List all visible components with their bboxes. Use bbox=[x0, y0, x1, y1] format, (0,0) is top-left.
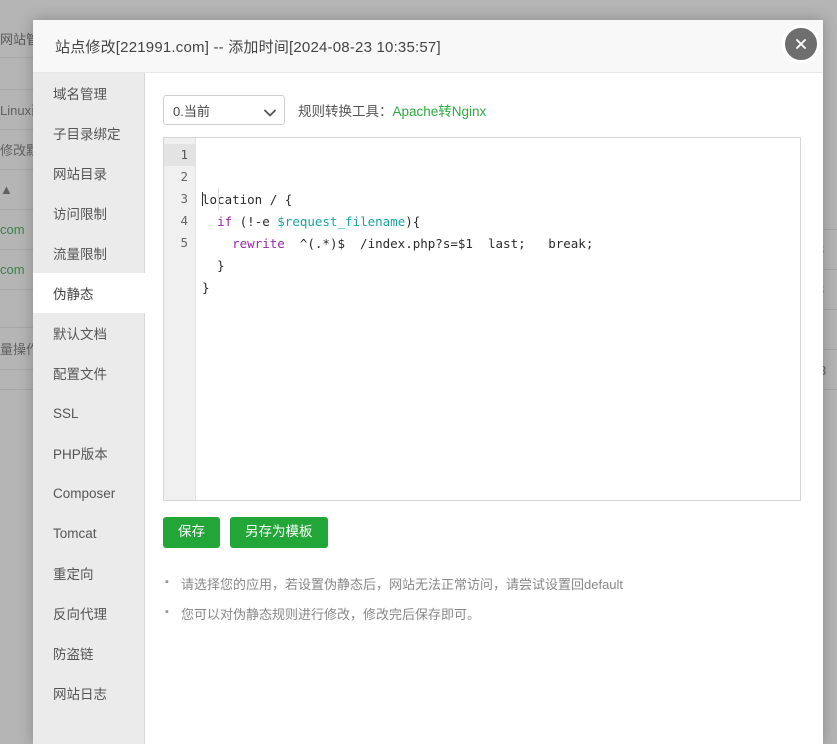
sidebar-item-PHP版本[interactable]: PHP版本 bbox=[33, 433, 144, 473]
dialog-sidebar: 域名管理子目录绑定网站目录访问限制流量限制伪静态默认文档配置文件 SSL PHP版本… bbox=[33, 73, 146, 744]
site-modify-dialog: 站点修改[221991.com] -- 添加时间[2024-08-23 10:3… bbox=[33, 20, 823, 744]
sidebar-item-网站目录[interactable]: 网站目录 bbox=[33, 153, 144, 193]
page-title: 站点修改[221991.com] -- 添加时间[2024-08-23 10:3… bbox=[55, 38, 441, 56]
close-icon bbox=[794, 37, 808, 51]
sidebar-item-label: 防盗链 bbox=[53, 647, 94, 662]
sidebar-item-label: 流量限制 bbox=[53, 247, 107, 262]
help-notes: 请选择您的应用，若设置伪静态后，网站无法正常访问，请尝试设置回default 您可… bbox=[163, 575, 801, 624]
help-note: 您可以对伪静态规则进行修改，修改完后保存即可。 bbox=[163, 605, 801, 624]
help-note: 请选择您的应用，若设置伪静态后，网站无法正常访问，请尝试设置回default bbox=[163, 575, 801, 594]
sidebar-item-配置文件[interactable]: 配置文件 bbox=[33, 353, 144, 393]
code-line: rewrite ^(.*)$ /index.php?s=$1 last; bre… bbox=[202, 233, 800, 255]
line-number: 4 bbox=[180, 213, 188, 228]
code-token: } bbox=[202, 258, 225, 273]
sidebar-item-label: 子目录绑定 bbox=[53, 127, 121, 142]
sidebar-item-label: 域名管理 bbox=[53, 87, 107, 102]
editor-actions: 保存 另存为模板 bbox=[163, 517, 801, 548]
code-token: location / { bbox=[202, 192, 293, 207]
line-number: 5 bbox=[180, 235, 188, 250]
sidebar-item-label: 网站日志 bbox=[53, 687, 107, 702]
rule-select[interactable]: 0.当前 bbox=[163, 95, 285, 125]
sidebar-item-label: 访问限制 bbox=[53, 207, 107, 222]
sidebar-item-默认文档[interactable]: 默认文档 bbox=[33, 313, 144, 353]
code-token: $request_filename bbox=[277, 214, 406, 229]
code-line: } bbox=[202, 255, 800, 277]
code-token: ^(.*)$ /index.php?s=$1 last; break; bbox=[284, 236, 594, 251]
sidebar-item-反向代理[interactable]: 反向代理 bbox=[33, 593, 144, 633]
sidebar-item-label: SSL bbox=[53, 405, 79, 421]
code-token: } bbox=[202, 280, 210, 295]
code-token: (!-e bbox=[232, 214, 278, 229]
sidebar-item-子目录绑定[interactable]: 子目录绑定 bbox=[33, 113, 144, 153]
line-number: 3 bbox=[180, 191, 188, 206]
dialog-body: 域名管理子目录绑定网站目录访问限制流量限制伪静态默认文档配置文件 SSL PHP版本… bbox=[33, 73, 823, 744]
code-token: if bbox=[217, 214, 233, 229]
sidebar-item-防盗链[interactable]: 防盗链 bbox=[33, 633, 144, 673]
code-token: ){ bbox=[405, 214, 421, 229]
sidebar-item-label: 配置文件 bbox=[53, 367, 107, 382]
sidebar-item-label: Tomcat bbox=[53, 525, 97, 541]
sidebar-item-label: 伪静态 bbox=[53, 287, 94, 302]
sidebar-item-SSL[interactable]: SSL bbox=[33, 393, 144, 433]
save-button[interactable]: 保存 bbox=[163, 517, 220, 548]
sidebar-item-label: 网站目录 bbox=[53, 167, 107, 182]
close-button[interactable] bbox=[782, 25, 820, 63]
editor-line-number-gutter: 1 2 3 4 5 bbox=[164, 138, 196, 500]
dialog-content: 0.当前 规则转换工具： Apache转Nginx 1 2 3 4 5 location… bbox=[145, 73, 823, 744]
sidebar-item-网站日志[interactable]: 网站日志 bbox=[33, 673, 144, 713]
screen: 网站管Linux面修改默▲comcom量操作 PH7.37.3静共3 站点修改[… bbox=[0, 0, 837, 744]
converter-label: 规则转换工具： bbox=[298, 104, 393, 119]
sidebar-item-重定向[interactable]: 重定向 bbox=[33, 553, 144, 593]
code-line: if (!-e $request_filename){ bbox=[202, 211, 800, 233]
code-line: } bbox=[202, 277, 800, 299]
rewrite-code-editor[interactable]: 1 2 3 4 5 location / { if (!-e $request_file… bbox=[163, 137, 801, 501]
code-line: location / { bbox=[202, 189, 800, 211]
sidebar-item-伪静态[interactable]: 伪静态 bbox=[33, 273, 146, 313]
apache-to-nginx-link[interactable]: Apache转Nginx bbox=[393, 100, 487, 120]
dialog-title-bar: 站点修改[221991.com] -- 添加时间[2024-08-23 10:3… bbox=[33, 20, 823, 73]
sidebar-item-访问限制[interactable]: 访问限制 bbox=[33, 193, 144, 233]
save-as-template-button[interactable]: 另存为模板 bbox=[230, 517, 328, 548]
sidebar-item-label: 重定向 bbox=[53, 567, 94, 582]
code-token: rewrite bbox=[232, 236, 285, 251]
sidebar-item-Composer[interactable]: Composer bbox=[33, 473, 144, 513]
sidebar-item-流量限制[interactable]: 流量限制 bbox=[33, 233, 144, 273]
line-number: 2 bbox=[180, 169, 188, 184]
indent-guide bbox=[218, 188, 219, 210]
rule-select-value[interactable]: 0.当前 bbox=[163, 95, 285, 125]
sidebar-item-label: 默认文档 bbox=[53, 327, 107, 342]
sidebar-item-Tomcat[interactable]: Tomcat bbox=[33, 513, 144, 553]
sidebar-item-域名管理[interactable]: 域名管理 bbox=[33, 73, 144, 113]
rewrite-toolbar: 0.当前 规则转换工具： Apache转Nginx bbox=[163, 95, 801, 125]
sidebar-item-label: 反向代理 bbox=[53, 607, 107, 622]
sidebar-item-label: Composer bbox=[53, 485, 116, 501]
sidebar-item-label: PHP版本 bbox=[53, 447, 108, 462]
line-number: 1 bbox=[164, 144, 195, 166]
editor-code-area[interactable]: location / { if (!-e $request_filename){… bbox=[196, 138, 800, 500]
